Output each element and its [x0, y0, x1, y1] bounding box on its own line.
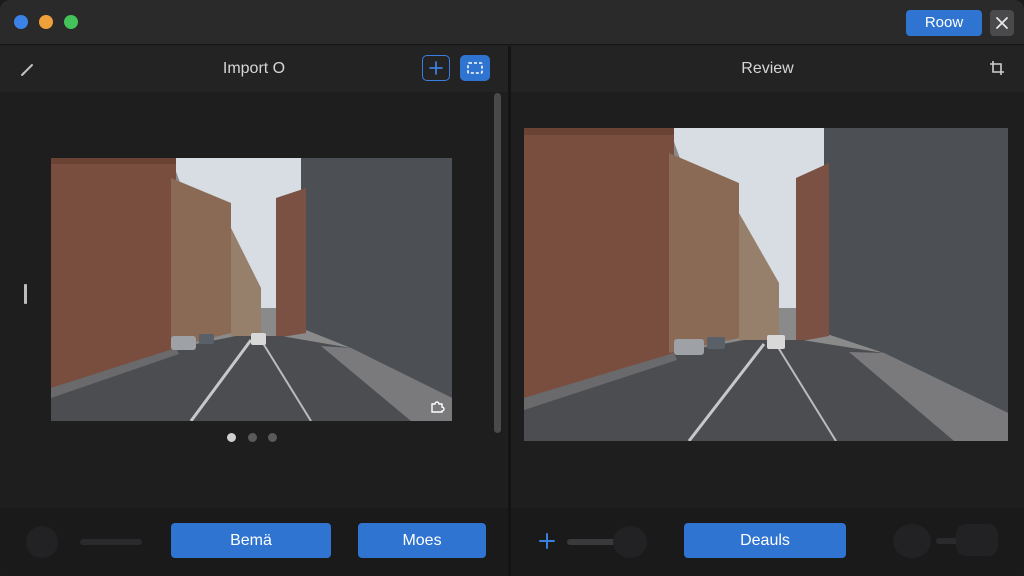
review-panel-header: Review — [511, 46, 1024, 92]
close-icon — [996, 17, 1008, 29]
ghost-slider — [80, 539, 142, 545]
resize-handle[interactable] — [24, 284, 27, 304]
close-button[interactable] — [990, 10, 1014, 36]
import-photo[interactable] — [51, 158, 452, 421]
import-panel: Import O — [0, 46, 508, 508]
add-button[interactable] — [422, 55, 450, 81]
primary-action-button[interactable]: Roow — [906, 10, 982, 36]
street-photo-image — [51, 158, 452, 421]
bema-button[interactable]: Bemä — [171, 523, 331, 558]
ghost-shield-icon — [893, 524, 931, 558]
plus-icon — [429, 61, 443, 75]
street-photo-image — [524, 128, 1008, 441]
plus-icon[interactable] — [538, 532, 556, 550]
review-toolbar: Deauls — [511, 508, 1024, 576]
import-panel-header: Import O — [0, 46, 508, 92]
frame-button[interactable] — [460, 55, 490, 81]
carousel-dot[interactable] — [248, 433, 257, 442]
crop-icon[interactable] — [988, 59, 1006, 77]
window-close-dot[interactable] — [14, 15, 28, 29]
carousel-dot-active[interactable] — [227, 433, 236, 442]
vertical-scrollbar[interactable] — [494, 93, 501, 433]
review-panel-title: Review — [741, 60, 794, 77]
deauls-button[interactable]: Deauls — [684, 523, 846, 558]
ghost-close-icon — [956, 524, 998, 556]
window-minimize-dot[interactable] — [39, 15, 53, 29]
carousel-dot[interactable] — [268, 433, 277, 442]
puzzle-icon[interactable] — [429, 398, 445, 414]
import-toolbar: Bemä Moes — [0, 508, 508, 576]
window-zoom-dot[interactable] — [64, 15, 78, 29]
ghost-knob — [613, 526, 647, 558]
review-panel: Review — [511, 46, 1024, 508]
moes-button[interactable]: Moes — [358, 523, 486, 558]
review-photo[interactable] — [524, 128, 1008, 441]
app-window: Roow Import O Review Bemä Moes Deauls — [0, 0, 1024, 576]
title-bar: Roow — [0, 0, 1024, 45]
frame-icon — [467, 62, 483, 74]
ghost-add-icon — [26, 526, 58, 558]
